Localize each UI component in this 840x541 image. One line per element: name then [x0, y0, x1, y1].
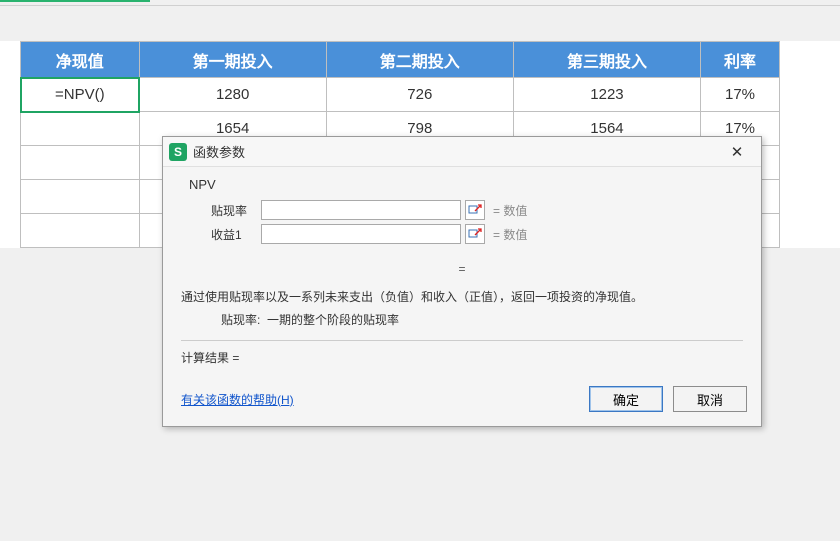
cell[interactable] — [21, 214, 140, 248]
param-evald: = 数值 — [493, 226, 527, 243]
param-row-rate: 贴现率 = 数值 — [211, 200, 743, 220]
cancel-button[interactable]: 取消 — [673, 386, 747, 412]
cell[interactable] — [21, 112, 140, 146]
window-top-strip — [0, 0, 840, 6]
col-header-rate[interactable]: 利率 — [701, 42, 780, 78]
cell[interactable]: 726 — [326, 78, 513, 112]
param-label-value1: 收益1 — [211, 226, 261, 243]
dialog-body: NPV 贴现率 = 数值 收益1 = 数值 = 通过使用贴现率以及一系列未来支出… — [163, 167, 761, 384]
cell[interactable]: 1223 — [513, 78, 700, 112]
col-header-p3[interactable]: 第三期投入 — [513, 42, 700, 78]
dialog-title: 函数参数 — [193, 142, 719, 161]
dialog-titlebar[interactable]: S 函数参数 ✕ — [163, 137, 761, 167]
active-cell[interactable]: =NPV() — [21, 78, 140, 112]
formula-preview: = — [181, 262, 743, 276]
cell[interactable] — [21, 180, 140, 214]
col-header-npv[interactable]: 净现值 — [21, 42, 140, 78]
ok-button[interactable]: 确定 — [589, 386, 663, 412]
range-picker-button[interactable] — [465, 224, 485, 244]
param-evald: = 数值 — [493, 202, 527, 219]
help-link[interactable]: 有关该函数的帮助(H) — [181, 391, 294, 408]
close-button[interactable]: ✕ — [719, 140, 755, 164]
divider — [181, 340, 743, 341]
param-row-value1: 收益1 = 数值 — [211, 224, 743, 244]
result-label: 计算结果 = — [181, 349, 743, 366]
range-picker-icon — [468, 227, 482, 241]
range-picker-icon — [468, 203, 482, 217]
param-input-value1[interactable] — [261, 224, 461, 244]
function-description: 通过使用贴现率以及一系列未来支出（负值）和收入（正值），返回一项投资的净现值。 — [181, 288, 743, 305]
cell[interactable]: 17% — [701, 78, 780, 112]
col-header-p1[interactable]: 第一期投入 — [139, 42, 326, 78]
param-description: 贴现率: 一期的整个阶段的贴现率 — [221, 311, 743, 328]
function-name: NPV — [189, 177, 743, 192]
close-icon: ✕ — [731, 143, 744, 161]
cell[interactable]: 1280 — [139, 78, 326, 112]
cell[interactable] — [21, 146, 140, 180]
function-arguments-dialog: S 函数参数 ✕ NPV 贴现率 = 数值 收益1 = 数值 — [162, 136, 762, 427]
table-row: =NPV() 1280 726 1223 17% — [21, 78, 780, 112]
param-input-rate[interactable] — [261, 200, 461, 220]
app-logo-icon: S — [169, 143, 187, 161]
col-header-p2[interactable]: 第二期投入 — [326, 42, 513, 78]
param-label-rate: 贴现率 — [211, 202, 261, 219]
range-picker-button[interactable] — [465, 200, 485, 220]
dialog-footer: 有关该函数的帮助(H) 确定 取消 — [163, 384, 761, 426]
